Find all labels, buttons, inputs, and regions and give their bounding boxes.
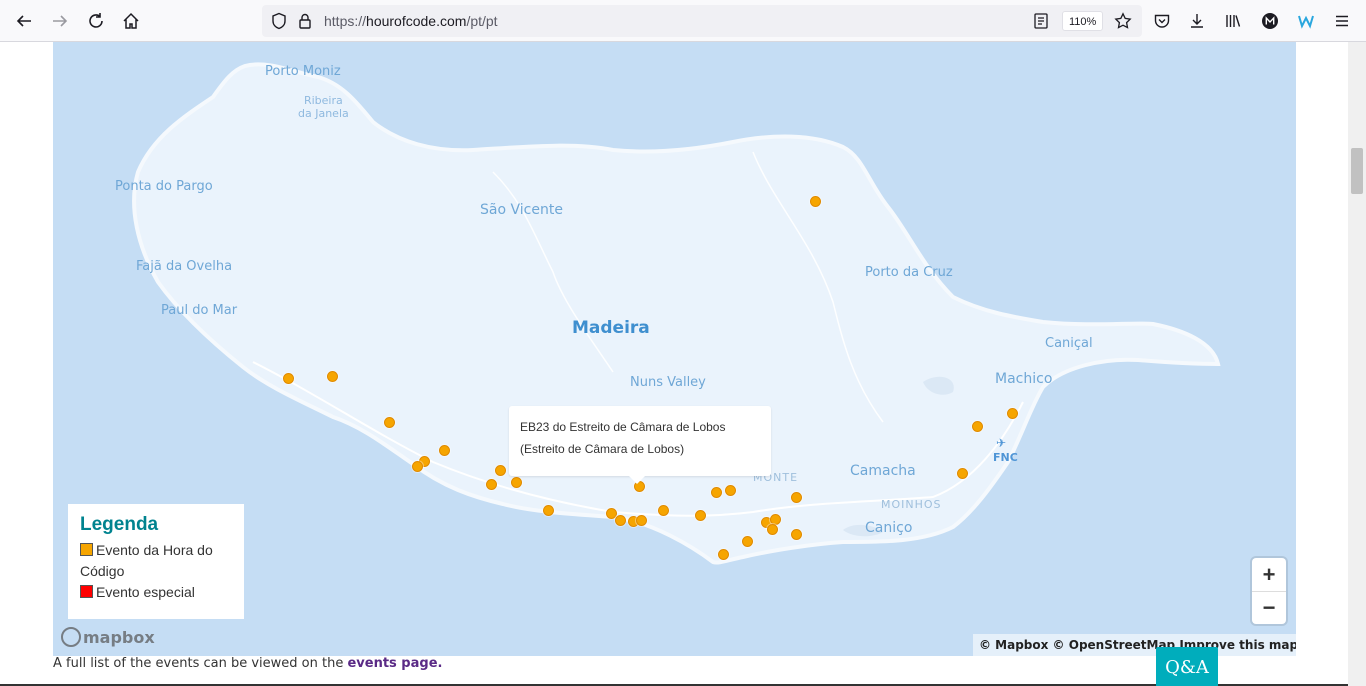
scrollbar-thumb[interactable]: [1351, 148, 1363, 194]
legend-label: Evento da Hora do Código: [80, 542, 213, 579]
browser-toolbar: https://hourofcode.com/pt/pt 110%: [0, 0, 1366, 42]
place-sao-vicente: São Vicente: [480, 202, 563, 218]
download-icon[interactable]: [1183, 7, 1211, 35]
url-path: /pt/pt: [466, 13, 498, 29]
place-madeira: Madeira: [572, 318, 650, 338]
place-canical: Caniçal: [1045, 336, 1093, 351]
place-faja-da-ovelha: Fajã da Ovelha: [136, 259, 233, 274]
event-marker[interactable]: [742, 536, 753, 547]
event-popup: EB23 do Estreito de Câmara de Lobos (Est…: [509, 406, 771, 484]
event-marker[interactable]: [1007, 408, 1018, 419]
qa-button[interactable]: Q&A: [1156, 647, 1218, 686]
mapbox-logo-text: mapbox: [83, 627, 155, 647]
account-avatar-icon[interactable]: [1256, 7, 1284, 35]
event-marker[interactable]: [327, 371, 338, 382]
url-text[interactable]: https://hourofcode.com/pt/pt: [324, 13, 498, 29]
event-marker[interactable]: [767, 524, 778, 535]
events-map[interactable]: Porto Moniz Ribeira da Janela Ponta do P…: [53, 42, 1296, 656]
lock-icon[interactable]: [296, 12, 314, 30]
legend-title: Legenda: [80, 514, 159, 535]
event-marker[interactable]: [957, 468, 968, 479]
legend-item-special: Evento especial: [80, 582, 232, 603]
event-marker[interactable]: [718, 549, 729, 560]
zoom-level-badge[interactable]: 110%: [1062, 11, 1104, 31]
place-canico: Caniço: [865, 520, 913, 536]
events-page-link[interactable]: events page.: [347, 656, 442, 671]
legend-swatch-orange: [80, 543, 93, 556]
event-marker[interactable]: [511, 477, 522, 488]
popup-event-location: (Estreito de Câmara de Lobos): [520, 442, 685, 456]
legend-item-hour-of-code: Evento da Hora do Código: [80, 540, 232, 582]
back-icon[interactable]: [10, 7, 38, 35]
events-list-note: A full list of the events can be viewed …: [53, 656, 442, 671]
event-marker[interactable]: [972, 421, 983, 432]
page-content: Porto Moniz Ribeira da Janela Ponta do P…: [0, 42, 1348, 686]
place-machico: Machico: [995, 371, 1053, 387]
url-bar[interactable]: https://hourofcode.com/pt/pt 110%: [262, 5, 1142, 37]
extension-w-icon[interactable]: [1292, 7, 1320, 35]
place-porto-da-cruz: Porto da Cruz: [865, 265, 953, 280]
event-marker[interactable]: [810, 196, 821, 207]
event-marker[interactable]: [615, 515, 626, 526]
url-scheme: https://: [324, 13, 367, 29]
event-marker[interactable]: [543, 505, 554, 516]
place-nuns-valley: Nuns Valley: [630, 375, 706, 390]
mapbox-logo[interactable]: mapbox: [61, 627, 155, 647]
event-marker[interactable]: [636, 515, 647, 526]
place-fnc: FNC: [993, 451, 1018, 464]
zoom-in-button[interactable]: +: [1252, 558, 1286, 591]
reader-view-icon[interactable]: [1032, 12, 1050, 30]
menu-icon[interactable]: [1328, 7, 1356, 35]
event-marker[interactable]: [711, 487, 722, 498]
event-marker[interactable]: [495, 465, 506, 476]
event-marker[interactable]: [658, 505, 669, 516]
place-camacha: Camacha: [850, 463, 916, 479]
event-marker[interactable]: [384, 417, 395, 428]
event-marker[interactable]: [486, 479, 497, 490]
event-marker[interactable]: [791, 492, 802, 503]
legend-swatch-red: [80, 585, 93, 598]
forward-icon[interactable]: [46, 7, 74, 35]
event-marker[interactable]: [439, 445, 450, 456]
place-ponta-do-pargo: Ponta do Pargo: [115, 179, 213, 194]
zoom-out-button[interactable]: −: [1252, 591, 1286, 624]
reload-icon[interactable]: [82, 7, 110, 35]
place-paul-do-mar: Paul do Mar: [161, 303, 238, 318]
event-marker[interactable]: [725, 485, 736, 496]
shield-icon[interactable]: [270, 12, 288, 30]
place-ribeira-da-janela: Ribeira da Janela: [298, 94, 349, 120]
map-zoom-controls: + −: [1252, 558, 1286, 624]
map-attribution[interactable]: © Mapbox © OpenStreetMap Improve this ma…: [973, 634, 1296, 656]
library-icon[interactable]: [1219, 7, 1247, 35]
event-marker[interactable]: [412, 461, 423, 472]
footer-text: A full list of the events can be viewed …: [53, 656, 348, 671]
popup-event-name: EB23 do Estreito de Câmara de Lobos: [520, 420, 726, 434]
url-host: hourofcode.com: [366, 13, 467, 29]
bookmark-star-icon[interactable]: [1114, 12, 1132, 30]
home-icon[interactable]: [117, 7, 145, 35]
page-scrollbar[interactable]: [1348, 42, 1366, 686]
airport-plane-icon: ✈: [996, 436, 1007, 450]
event-marker[interactable]: [283, 373, 294, 384]
event-marker[interactable]: [791, 529, 802, 540]
place-moinhos: MOINHOS: [881, 498, 942, 511]
legend-label: Evento especial: [96, 584, 195, 600]
mapbox-logo-icon: [61, 627, 81, 647]
event-marker[interactable]: [695, 510, 706, 521]
pocket-icon[interactable]: [1148, 7, 1176, 35]
map-legend: Legenda Evento da Hora do Código Evento …: [68, 504, 244, 619]
place-porto-moniz: Porto Moniz: [265, 64, 341, 79]
